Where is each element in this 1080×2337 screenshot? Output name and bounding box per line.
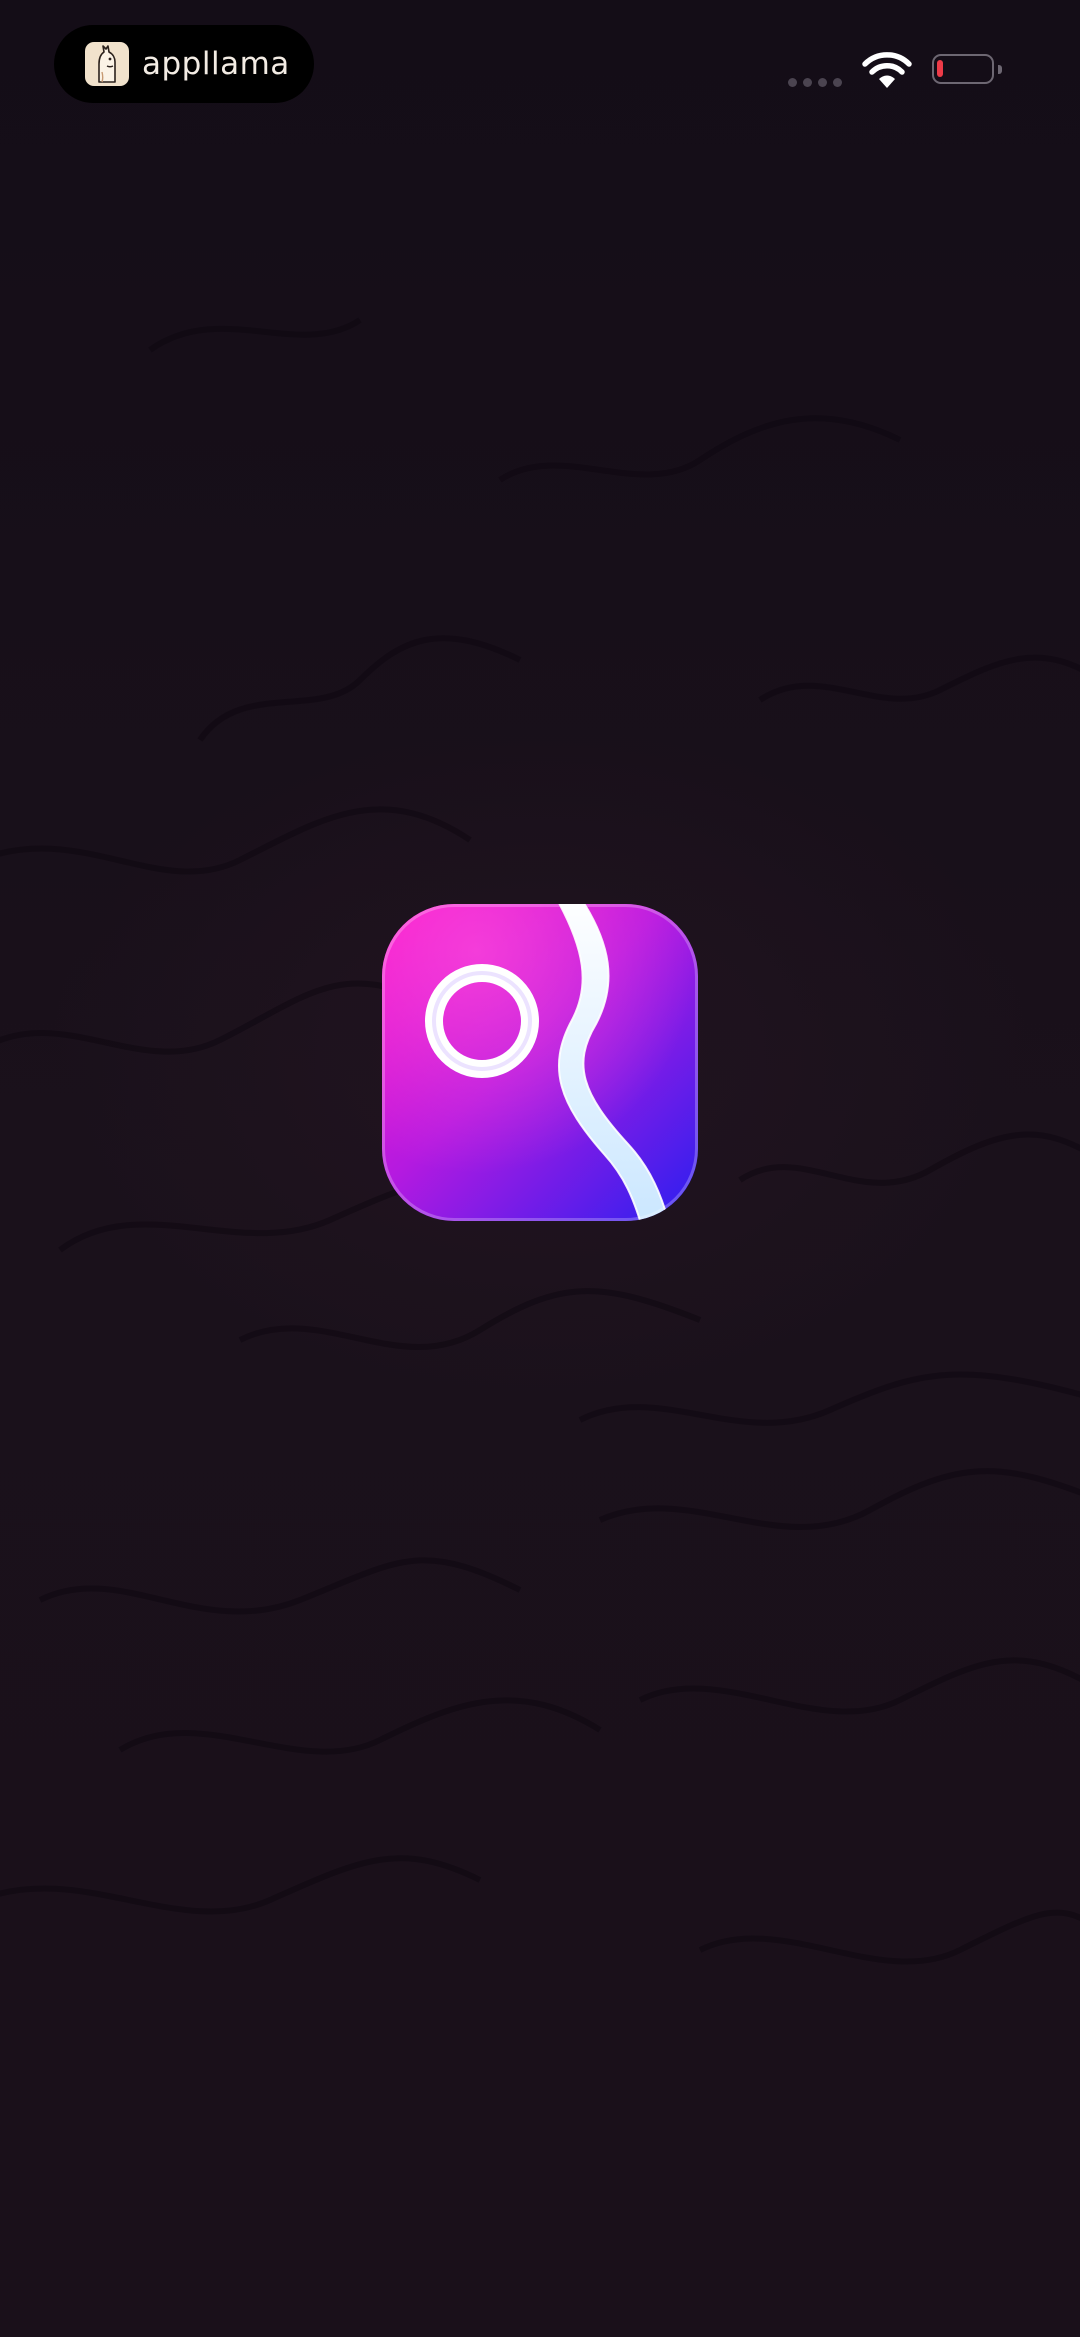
wifi-icon <box>862 52 912 88</box>
battery-level <box>937 60 943 77</box>
splash-screen: appllama <box>0 0 1080 2337</box>
appllama-pill[interactable]: appllama <box>54 25 314 103</box>
map-pin-route-app-icon <box>382 904 698 1221</box>
battery-low-icon <box>932 54 994 84</box>
cellular-signal-icon <box>788 78 842 87</box>
pill-label: appllama <box>142 46 290 82</box>
llama-logo-icon <box>85 42 129 86</box>
battery-cap <box>998 65 1002 74</box>
